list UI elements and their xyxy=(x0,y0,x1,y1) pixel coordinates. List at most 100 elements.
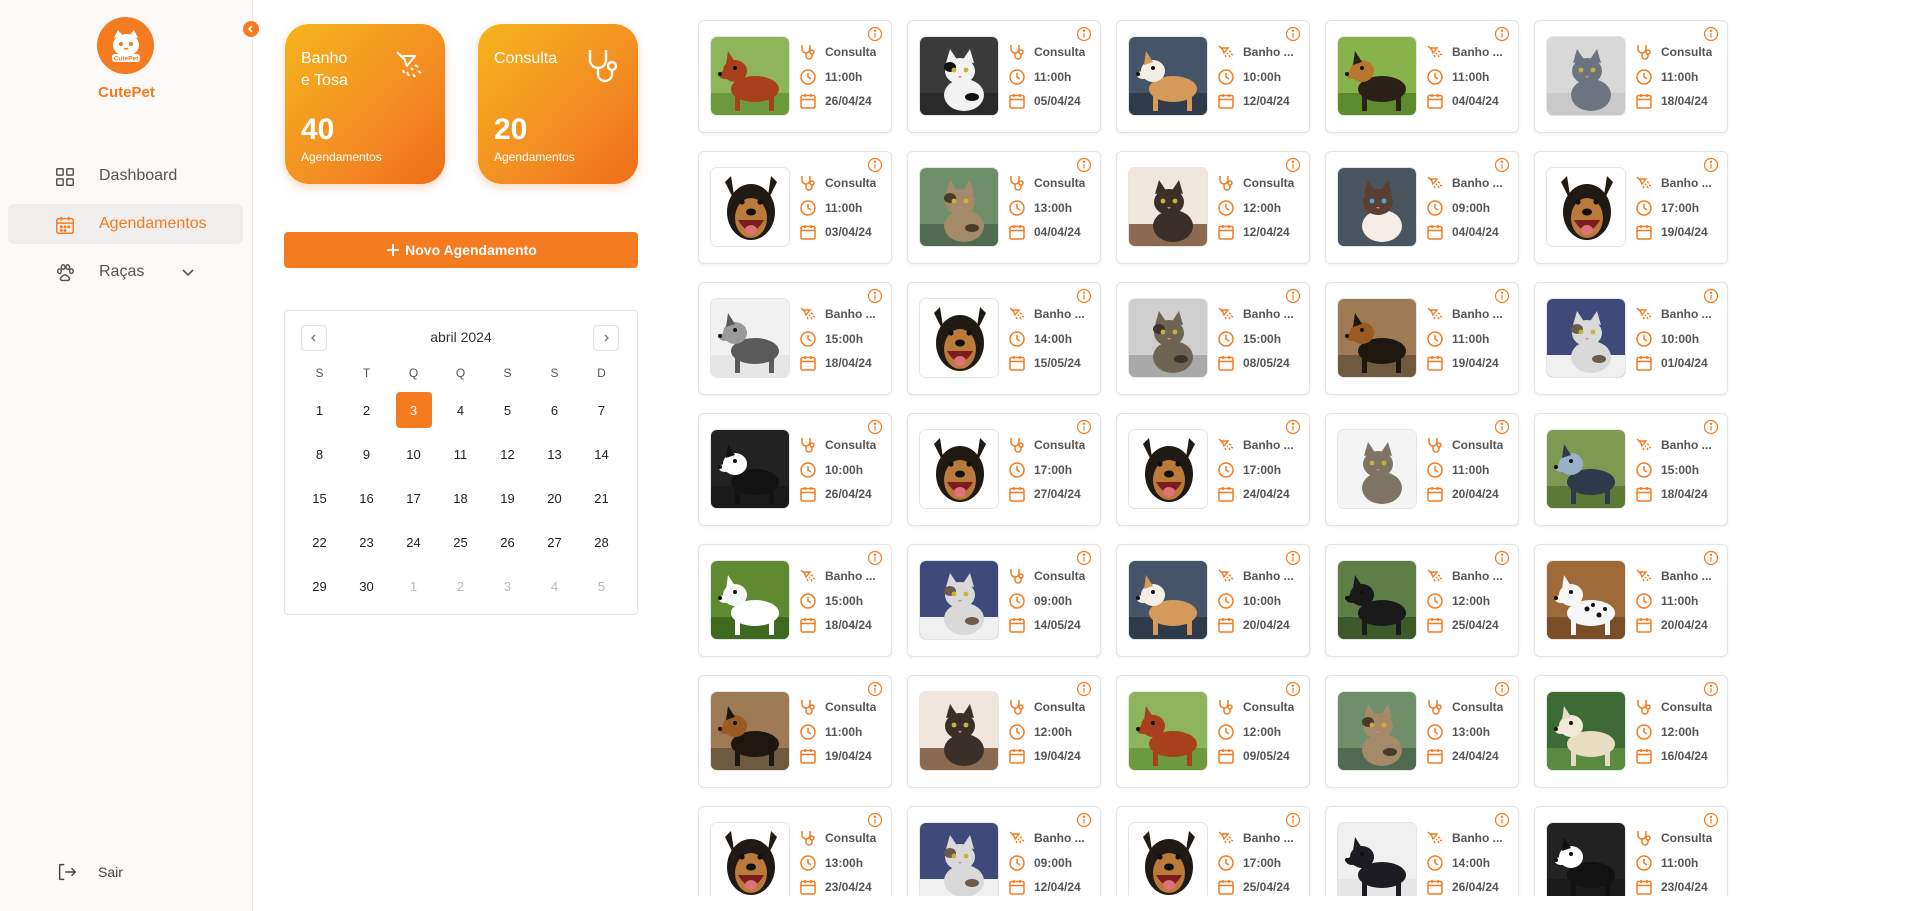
appointment-card[interactable]: Consulta 09:00h 14/05/24 xyxy=(907,544,1101,657)
appointment-card[interactable]: Banho ... 17:00h 24/04/24 xyxy=(1116,413,1310,526)
appointment-card[interactable]: Banho ... 12:00h 25/04/24 xyxy=(1325,544,1519,657)
appointment-card[interactable]: Consulta 11:00h 18/04/24 xyxy=(1534,20,1728,133)
appointment-card[interactable]: Consulta 10:00h 26/04/24 xyxy=(698,413,892,526)
appointment-card[interactable]: Banho ... 17:00h 19/04/24 xyxy=(1534,151,1728,264)
info-icon[interactable] xyxy=(1285,681,1301,697)
appointment-card[interactable]: Banho ... 09:00h 12/04/24 xyxy=(907,806,1101,896)
info-icon[interactable] xyxy=(867,26,883,42)
appointment-card[interactable]: Consulta 11:00h 26/04/24 xyxy=(698,20,892,133)
calendar-day[interactable]: 10 xyxy=(390,432,437,476)
appointment-card[interactable]: Banho ... 11:00h 04/04/24 xyxy=(1325,20,1519,133)
info-icon[interactable] xyxy=(1076,681,1092,697)
calendar-day[interactable]: 30 xyxy=(343,564,390,608)
info-icon[interactable] xyxy=(1076,288,1092,304)
info-icon[interactable] xyxy=(1494,288,1510,304)
calendar-day[interactable]: 23 xyxy=(343,520,390,564)
appointment-card[interactable]: Consulta 11:00h 03/04/24 xyxy=(698,151,892,264)
calendar-day[interactable]: 18 xyxy=(437,476,484,520)
info-icon[interactable] xyxy=(1076,550,1092,566)
info-icon[interactable] xyxy=(1703,550,1719,566)
info-icon[interactable] xyxy=(1703,812,1719,828)
calendar-prev-button[interactable] xyxy=(301,325,327,351)
appointment-card[interactable]: Banho ... 10:00h 01/04/24 xyxy=(1534,282,1728,395)
stat-card-consulta[interactable]: Consulta 20 Agendamentos xyxy=(478,24,638,184)
appointment-card[interactable]: Consulta 13:00h 23/04/24 xyxy=(698,806,892,896)
appointment-card[interactable]: Banho ... 15:00h 08/05/24 xyxy=(1116,282,1310,395)
appointment-card[interactable]: Consulta 12:00h 19/04/24 xyxy=(907,675,1101,788)
calendar-next-button[interactable] xyxy=(593,325,619,351)
appointment-card[interactable]: Consulta 12:00h 12/04/24 xyxy=(1116,151,1310,264)
calendar-day[interactable]: 4 xyxy=(531,564,578,608)
calendar-day[interactable]: 3 xyxy=(390,388,437,432)
calendar-day[interactable]: 20 xyxy=(531,476,578,520)
calendar-day[interactable]: 25 xyxy=(437,520,484,564)
sidebar-item-agendamentos[interactable]: Agendamentos xyxy=(8,204,243,244)
chevron-down-icon[interactable] xyxy=(180,264,196,280)
appointment-card[interactable]: Consulta 11:00h 05/04/24 xyxy=(907,20,1101,133)
info-icon[interactable] xyxy=(1494,26,1510,42)
appointment-card[interactable]: Banho ... 10:00h 20/04/24 xyxy=(1116,544,1310,657)
calendar-day[interactable]: 27 xyxy=(531,520,578,564)
calendar-day[interactable]: 16 xyxy=(343,476,390,520)
info-icon[interactable] xyxy=(1285,288,1301,304)
info-icon[interactable] xyxy=(1285,550,1301,566)
calendar-day[interactable]: 3 xyxy=(484,564,531,608)
calendar-day[interactable]: 5 xyxy=(578,564,625,608)
collapse-sidebar-button[interactable] xyxy=(243,21,259,37)
appointment-card[interactable]: Banho ... 09:00h 04/04/24 xyxy=(1325,151,1519,264)
sidebar-item-dashboard[interactable]: Dashboard xyxy=(8,156,243,196)
info-icon[interactable] xyxy=(1703,681,1719,697)
info-icon[interactable] xyxy=(867,812,883,828)
calendar-day[interactable]: 6 xyxy=(531,388,578,432)
info-icon[interactable] xyxy=(1076,812,1092,828)
calendar-day[interactable]: 2 xyxy=(343,388,390,432)
appointment-card[interactable]: Consulta 11:00h 19/04/24 xyxy=(698,675,892,788)
calendar-day[interactable]: 1 xyxy=(390,564,437,608)
logout-button[interactable]: Sair xyxy=(56,861,123,883)
calendar-day[interactable]: 11 xyxy=(437,432,484,476)
info-icon[interactable] xyxy=(1703,288,1719,304)
info-icon[interactable] xyxy=(1703,157,1719,173)
appointment-card[interactable]: Consulta 11:00h 20/04/24 xyxy=(1325,413,1519,526)
appointment-card[interactable]: Consulta 11:00h 23/04/24 xyxy=(1534,806,1728,896)
calendar-day[interactable]: 5 xyxy=(484,388,531,432)
sidebar-item-racas[interactable]: Raças xyxy=(8,252,243,292)
info-icon[interactable] xyxy=(1703,419,1719,435)
info-icon[interactable] xyxy=(1494,157,1510,173)
info-icon[interactable] xyxy=(867,157,883,173)
info-icon[interactable] xyxy=(1076,157,1092,173)
app-logo[interactable]: CutePet xyxy=(97,17,154,74)
calendar-day[interactable]: 12 xyxy=(484,432,531,476)
info-icon[interactable] xyxy=(1285,157,1301,173)
calendar-day[interactable]: 28 xyxy=(578,520,625,564)
appointment-card[interactable]: Banho ... 10:00h 12/04/24 xyxy=(1116,20,1310,133)
appointment-card[interactable]: Consulta 17:00h 27/04/24 xyxy=(907,413,1101,526)
appointment-card[interactable]: Banho ... 15:00h 18/04/24 xyxy=(698,282,892,395)
appointment-card[interactable]: Banho ... 11:00h 20/04/24 xyxy=(1534,544,1728,657)
appointment-card[interactable]: Consulta 13:00h 04/04/24 xyxy=(907,151,1101,264)
info-icon[interactable] xyxy=(1285,812,1301,828)
calendar-day[interactable]: 14 xyxy=(578,432,625,476)
appointment-card[interactable]: Consulta 12:00h 16/04/24 xyxy=(1534,675,1728,788)
calendar-day[interactable]: 22 xyxy=(296,520,343,564)
new-appointment-button[interactable]: Novo Agendamento xyxy=(284,232,638,268)
info-icon[interactable] xyxy=(1494,681,1510,697)
calendar-day[interactable]: 1 xyxy=(296,388,343,432)
stat-card-banho-tosa[interactable]: Banho e Tosa 40 Agendamentos xyxy=(285,24,445,184)
appointment-card[interactable]: Banho ... 14:00h 26/04/24 xyxy=(1325,806,1519,896)
info-icon[interactable] xyxy=(1494,550,1510,566)
calendar-day[interactable]: 21 xyxy=(578,476,625,520)
calendar-day[interactable]: 2 xyxy=(437,564,484,608)
calendar-day[interactable]: 17 xyxy=(390,476,437,520)
appointment-card[interactable]: Consulta 13:00h 24/04/24 xyxy=(1325,675,1519,788)
info-icon[interactable] xyxy=(867,550,883,566)
info-icon[interactable] xyxy=(867,288,883,304)
calendar-day[interactable]: 4 xyxy=(437,388,484,432)
calendar-day[interactable]: 7 xyxy=(578,388,625,432)
info-icon[interactable] xyxy=(867,419,883,435)
calendar-day[interactable]: 9 xyxy=(343,432,390,476)
appointment-card[interactable]: Banho ... 17:00h 25/04/24 xyxy=(1116,806,1310,896)
info-icon[interactable] xyxy=(1494,419,1510,435)
info-icon[interactable] xyxy=(1494,812,1510,828)
calendar-day[interactable]: 8 xyxy=(296,432,343,476)
